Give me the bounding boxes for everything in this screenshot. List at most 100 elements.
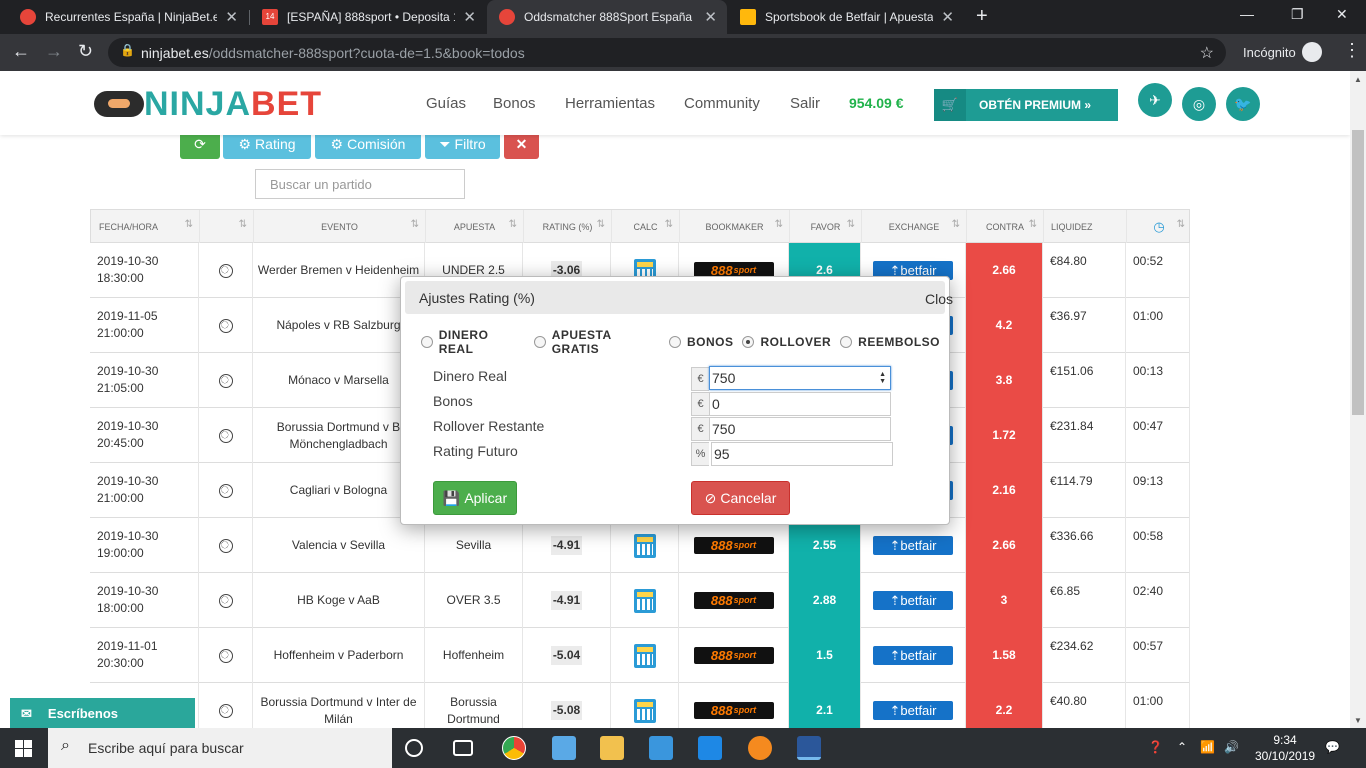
dialog-close-button[interactable]: Clos xyxy=(925,291,953,307)
nav-community[interactable]: Community xyxy=(684,95,760,112)
radio-rollover[interactable]: ROLLOVER xyxy=(742,328,831,356)
close-tab-icon[interactable]: ✕ xyxy=(225,8,238,26)
calc-cell[interactable] xyxy=(611,573,679,628)
forward-arrow-icon[interactable]: → xyxy=(45,41,63,62)
word-icon[interactable] xyxy=(797,736,821,760)
betfair-logo[interactable]: ⇡betfair xyxy=(873,701,953,720)
table-row[interactable]: 2019-10-30 18:00:00 HB Koge v AaB OVER 3.5-… xyxy=(90,573,1190,628)
betfair-logo[interactable]: ⇡betfair xyxy=(873,591,953,610)
chat-widget[interactable]: ✉ Escríbenos xyxy=(10,698,195,728)
chrome-icon[interactable] xyxy=(502,736,526,760)
radio-button[interactable] xyxy=(840,336,853,348)
scroll-down-icon[interactable]: ▼ xyxy=(1354,716,1362,725)
scrollbar-thumb[interactable] xyxy=(1352,130,1364,415)
minimize-icon[interactable]: — xyxy=(1240,6,1254,22)
browser-tab[interactable]: 14 [ESPAÑA] 888sport • Deposita 15 ✕ xyxy=(250,0,486,34)
cancel-button[interactable]: ⊘ Cancelar xyxy=(691,481,790,515)
nav-bonos[interactable]: Bonos xyxy=(493,95,536,112)
wifi-icon[interactable]: 📶 xyxy=(1200,740,1215,754)
url-text[interactable]: ninjabet.es/oddsmatcher-888sport?cuota-d… xyxy=(141,45,525,61)
browser-tab[interactable]: Recurrentes España | NinjaBet.es ✕ xyxy=(8,0,248,34)
bookmaker-cell[interactable]: 888sport xyxy=(679,518,789,573)
nav-guias[interactable]: Guías xyxy=(426,95,466,112)
bookmaker-cell[interactable]: 888sport xyxy=(679,573,789,628)
windows-start-icon[interactable] xyxy=(15,740,32,757)
twitter-icon[interactable]: 🐦 xyxy=(1226,87,1260,121)
help-icon[interactable]: ❓ xyxy=(1148,740,1163,754)
rollover-restante-input[interactable]: 750 xyxy=(709,417,891,441)
ninja-logo-icon[interactable] xyxy=(94,91,144,117)
col-evento[interactable]: EVENTO ⇅ xyxy=(254,210,426,244)
incognito-icon[interactable] xyxy=(1302,42,1322,62)
number-spinner-icon[interactable]: ▲ ▼ xyxy=(879,371,886,385)
table-row[interactable]: Borussia Dortmund v Inter de Milán Boruss… xyxy=(90,683,1190,728)
scroll-up-icon[interactable]: ▲ xyxy=(1354,75,1362,84)
888sport-logo[interactable]: 888sport xyxy=(693,537,774,554)
col-fecha-hora[interactable]: FECHA/HORA ⇅ xyxy=(91,210,200,244)
888sport-logo[interactable]: 888sport xyxy=(693,702,774,719)
betfair-logo[interactable]: ⇡betfair xyxy=(873,646,953,665)
calc-cell[interactable] xyxy=(611,683,679,728)
888sport-logo[interactable]: 888sport xyxy=(693,592,774,609)
instagram-icon[interactable]: ◎ xyxy=(1182,87,1216,121)
col-apuesta[interactable]: APUESTA ⇅ xyxy=(426,210,524,244)
file-explorer-icon[interactable] xyxy=(600,736,624,760)
col-sport[interactable]: ⇅ xyxy=(200,210,254,244)
radio-apuesta-gratis[interactable]: APUESTA GRATIS xyxy=(533,328,660,356)
col-bookmaker[interactable]: BOOKMAKER ⇅ xyxy=(680,210,790,244)
premium-button[interactable]: 🛒 OBTÉN PREMIUM » xyxy=(934,89,1118,121)
address-bar[interactable]: 🔒 ninjabet.es/oddsmatcher-888sport?cuota… xyxy=(108,38,1226,67)
bookmark-star-icon[interactable]: ☆ xyxy=(1200,43,1214,63)
control-panel-icon[interactable] xyxy=(649,736,673,760)
col-liquidez[interactable]: LIQUIDEZ xyxy=(1044,210,1127,244)
calculator-icon[interactable] xyxy=(633,588,656,613)
calc-cell[interactable] xyxy=(611,518,679,573)
radio-bonos[interactable]: BONOS xyxy=(668,328,734,356)
col-rating[interactable]: RATING (%) ⇅ xyxy=(524,210,612,244)
taskbar-clock[interactable]: 9:34 30/10/2019 xyxy=(1255,732,1315,764)
bookmaker-cell[interactable]: 888sport xyxy=(679,683,789,728)
col-exchange[interactable]: EXCHANGE ⇅ xyxy=(862,210,967,244)
notifications-icon[interactable]: 💬 xyxy=(1325,740,1340,754)
table-row[interactable]: 2019-11-01 20:30:00 Hoffenheim v Paderborn… xyxy=(90,628,1190,683)
reload-icon[interactable]: ↻ xyxy=(78,41,93,62)
dinero-real-input[interactable]: 750 ▲ ▼ xyxy=(709,366,891,390)
settings-app-icon[interactable] xyxy=(748,736,772,760)
exchange-cell[interactable]: ⇡betfair xyxy=(861,628,966,683)
radio-reembolso[interactable]: REEMBOLSO xyxy=(840,328,940,356)
888sport-logo[interactable]: 888sport xyxy=(693,647,774,664)
browser-tab[interactable]: Sportsbook de Betfair | Apuesta ✕ xyxy=(728,0,964,34)
radio-button[interactable] xyxy=(668,336,681,348)
cortana-icon[interactable] xyxy=(405,739,423,757)
search-match-input[interactable]: Buscar un partido xyxy=(255,169,465,199)
store-icon[interactable] xyxy=(698,736,722,760)
site-logo[interactable]: NINJABET xyxy=(144,85,322,124)
betfair-logo[interactable]: ⇡betfair xyxy=(873,536,953,555)
task-view-icon[interactable] xyxy=(453,740,473,756)
radio-button[interactable] xyxy=(533,336,546,348)
bonos-input[interactable]: 0 xyxy=(709,392,891,416)
radio-dinero-real[interactable]: DINERO REAL xyxy=(421,328,525,356)
browser-tab-active[interactable]: Oddsmatcher 888Sport España | ✕ xyxy=(487,0,727,34)
taskbar-search-box[interactable]: ⌕ Escribe aquí para buscar xyxy=(48,728,392,768)
telegram-icon[interactable]: ✈ xyxy=(1138,83,1172,117)
calc-cell[interactable] xyxy=(611,628,679,683)
radio-button[interactable] xyxy=(421,336,433,348)
close-tab-icon[interactable]: ✕ xyxy=(704,8,717,26)
exchange-cell[interactable]: ⇡betfair xyxy=(861,683,966,728)
calculator-icon[interactable] xyxy=(633,643,656,668)
browser-menu-icon[interactable]: ⋮ xyxy=(1343,40,1361,61)
nav-salir[interactable]: Salir xyxy=(790,95,820,112)
col-time-left[interactable]: ◷ ⇅ xyxy=(1127,210,1191,244)
nav-herramientas[interactable]: Herramientas xyxy=(565,95,655,112)
speaker-icon[interactable]: 🔊 xyxy=(1224,740,1239,754)
close-window-icon[interactable]: ✕ xyxy=(1336,6,1348,23)
chevron-up-icon[interactable]: ⌃ xyxy=(1177,740,1187,754)
col-contra[interactable]: CONTRA ⇅ xyxy=(967,210,1044,244)
close-tab-icon[interactable]: ✕ xyxy=(463,8,476,26)
apply-button[interactable]: 💾 Aplicar xyxy=(433,481,517,515)
bookmaker-cell[interactable]: 888sport xyxy=(679,628,789,683)
restore-icon[interactable]: ❐ xyxy=(1291,6,1304,23)
close-tab-icon[interactable]: ✕ xyxy=(941,8,954,26)
radio-button-checked[interactable] xyxy=(742,336,755,348)
